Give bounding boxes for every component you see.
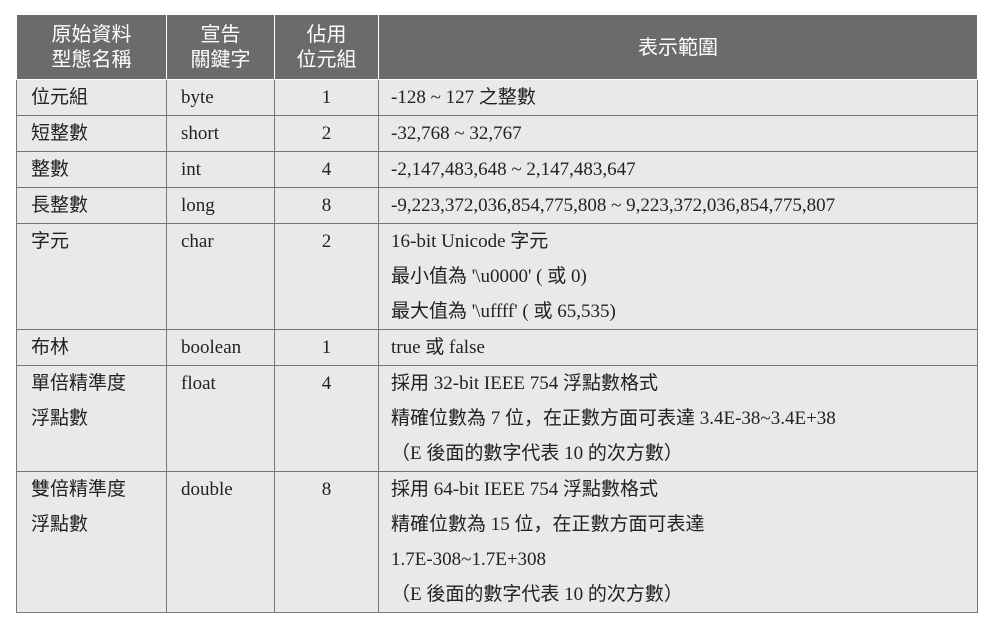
type-name-text: 整數 (31, 158, 70, 180)
header-row: 原始資料 型態名稱 宣告 關鍵字 佔用 位元組 表示範圍 (16, 14, 978, 80)
range-text-line: 16-bit Unicode 字元 (391, 231, 549, 252)
range-text-line: -9,223,372,036,854,775,808 ~ 9,223,372,0… (391, 195, 836, 216)
type-name-cell: 字元 (16, 223, 167, 330)
type-name-text: 長整數 (31, 194, 89, 216)
header-type-name: 原始資料 型態名稱 (16, 14, 167, 80)
range-text-line: -2,147,483,648 ~ 2,147,483,647 (391, 159, 636, 180)
header-type-name-line-1: 原始資料 (51, 22, 132, 46)
range-text-line: 精確位數為 7 位，在正數方面可表達 3.4E-38~3.4E+38 (391, 408, 836, 429)
type-name-text: 短整數 (31, 122, 89, 144)
type-name-cell: 短整數 (16, 115, 167, 152)
table-row: 長整數 long 8 -9,223,372,036,854,775,808 ~ 9,2… (16, 187, 978, 224)
range-cell: true 或 false (378, 329, 978, 366)
byte-size-cell: 1 (274, 329, 379, 366)
range-text-line: 最小值為 '\u0000' ( 或 0) (391, 266, 587, 287)
range-cell: 採用 32-bit IEEE 754 浮點數格式精確位數為 7 位，在正數方面可… (378, 365, 978, 472)
primitive-data-types-table: 原始資料 型態名稱 宣告 關鍵字 佔用 位元組 表示範圍 位元組 byte 1 -12… (16, 14, 978, 613)
byte-size-cell: 2 (274, 115, 379, 152)
range-text-line: 1.7E-308~1.7E+308 (391, 549, 547, 570)
range-text-line: 精確位數為 15 位，在正數方面可表達 (391, 514, 705, 535)
range-text-line: 最大值為 '\uffff' ( 或 65,535) (391, 301, 616, 322)
range-cell: -128 ~ 127 之整數 (378, 79, 978, 116)
table-body: 位元組 byte 1 -128 ~ 127 之整數 短整數 short 2 -32,768 ~… (16, 79, 978, 613)
type-name-cell: 雙倍精準度 浮點數 (16, 471, 167, 613)
header-keyword-line-2: 關鍵字 (190, 47, 251, 71)
byte-size-cell: 8 (274, 471, 379, 613)
type-name-text: 浮點數 (31, 513, 89, 535)
byte-size-cell: 2 (274, 223, 379, 330)
range-text-line: （E 後面的數字代表 10 的次方數） (391, 584, 683, 605)
byte-size-cell: 1 (274, 79, 379, 116)
data-type-table-container: 原始資料 型態名稱 宣告 關鍵字 佔用 位元組 表示範圍 位元組 byte 1 -12… (16, 14, 978, 613)
byte-size-cell: 8 (274, 187, 379, 224)
range-cell: -2,147,483,648 ~ 2,147,483,647 (378, 151, 978, 188)
type-name-text: 字元 (31, 230, 70, 252)
keyword-cell: char (166, 223, 275, 330)
keyword-cell: float (166, 365, 275, 472)
type-name-text: 雙倍精準度 (31, 478, 127, 500)
type-name-cell: 長整數 (16, 187, 167, 224)
range-cell: -32,768 ~ 32,767 (378, 115, 978, 152)
header-range-label: 表示範圍 (638, 34, 718, 59)
keyword-cell: short (166, 115, 275, 152)
range-cell: 採用 64-bit IEEE 754 浮點數格式精確位數為 15 位，在正數方面… (378, 471, 978, 613)
type-name-text: 位元組 (31, 86, 89, 108)
type-name-cell: 位元組 (16, 79, 167, 116)
type-name-cell: 整數 (16, 151, 167, 188)
header-keyword-line-1: 宣告 (200, 22, 241, 46)
range-text-line: true 或 false (391, 337, 485, 358)
range-text-line: -128 ~ 127 之整數 (391, 87, 536, 108)
header-size: 佔用 位元組 (274, 14, 379, 80)
type-name-cell: 單倍精準度 浮點數 (16, 365, 167, 472)
table-row: 單倍精準度 浮點數 float 4 採用 32-bit IEEE 754 浮點數格式 精確… (16, 365, 978, 472)
type-name-text: 單倍精準度 (31, 372, 127, 394)
keyword-cell: long (166, 187, 275, 224)
table-row: 雙倍精準度 浮點數 double 8 採用 64-bit IEEE 754 浮點數格式精… (16, 471, 978, 613)
table-row: 短整數 short 2 -32,768 ~ 32,767 (16, 115, 978, 152)
range-text-line: -32,768 ~ 32,767 (391, 123, 522, 144)
table-row: 位元組 byte 1 -128 ~ 127 之整數 (16, 79, 978, 116)
type-name-text: 浮點數 (31, 407, 89, 429)
table-row: 布林 boolean 1 true 或 false (16, 329, 978, 366)
byte-size-cell: 4 (274, 151, 379, 188)
range-cell: -9,223,372,036,854,775,808 ~ 9,223,372,0… (378, 187, 978, 224)
header-size-line-2: 位元組 (296, 47, 357, 71)
type-name-text: 布林 (31, 336, 70, 358)
header-type-name-line-2: 型態名稱 (51, 47, 132, 71)
keyword-cell: boolean (166, 329, 275, 366)
range-text-line: （E 後面的數字代表 10 的次方數） (391, 443, 683, 464)
table-row: 字元 char 2 16-bit Unicode 字元 最小值為 '\u0000' ( … (16, 223, 978, 330)
keyword-cell: double (166, 471, 275, 613)
range-cell: 16-bit Unicode 字元最小值為 '\u0000' ( 或 0) 最大值… (378, 223, 978, 330)
keyword-cell: int (166, 151, 275, 188)
header-keyword: 宣告 關鍵字 (166, 14, 275, 80)
header-size-line-1: 佔用 (306, 22, 347, 46)
range-text-line: 採用 32-bit IEEE 754 浮點數格式 (391, 373, 659, 394)
keyword-cell: byte (166, 79, 275, 116)
range-text-line: 採用 64-bit IEEE 754 浮點數格式 (391, 479, 659, 500)
header-range: 表示範圍 (378, 14, 978, 80)
byte-size-cell: 4 (274, 365, 379, 472)
table-row: 整數 int 4 -2,147,483,648 ~ 2,147,483,647 (16, 151, 978, 188)
type-name-cell: 布林 (16, 329, 167, 366)
